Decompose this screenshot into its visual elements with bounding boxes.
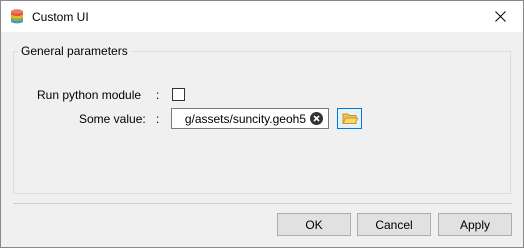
- dialog-window: Custom UI General parameters Run python …: [0, 0, 524, 248]
- title-bar: Custom UI: [1, 1, 523, 32]
- window-title: Custom UI: [32, 10, 89, 24]
- run-python-colon: :: [156, 88, 160, 102]
- run-python-label: Run python module: [37, 88, 142, 102]
- button-separator: [13, 203, 512, 204]
- file-path-input[interactable]: g/assets/suncity.geoh5: [171, 108, 329, 129]
- group-title: General parameters: [18, 43, 131, 59]
- close-button[interactable]: [477, 1, 523, 32]
- file-path-value: g/assets/suncity.geoh5: [184, 112, 306, 126]
- run-python-checkbox[interactable]: [172, 88, 185, 101]
- clear-circle-icon[interactable]: [310, 112, 323, 125]
- folder-icon: [341, 113, 358, 124]
- cancel-button[interactable]: Cancel: [357, 213, 431, 236]
- ok-button[interactable]: OK: [277, 213, 351, 236]
- close-icon: [494, 11, 506, 22]
- apply-button[interactable]: Apply: [438, 213, 512, 236]
- some-value-colon: :: [156, 112, 160, 126]
- browse-button[interactable]: [337, 108, 362, 129]
- stacked-layers-icon: [11, 9, 23, 24]
- some-value-label: Some value:: [79, 112, 146, 126]
